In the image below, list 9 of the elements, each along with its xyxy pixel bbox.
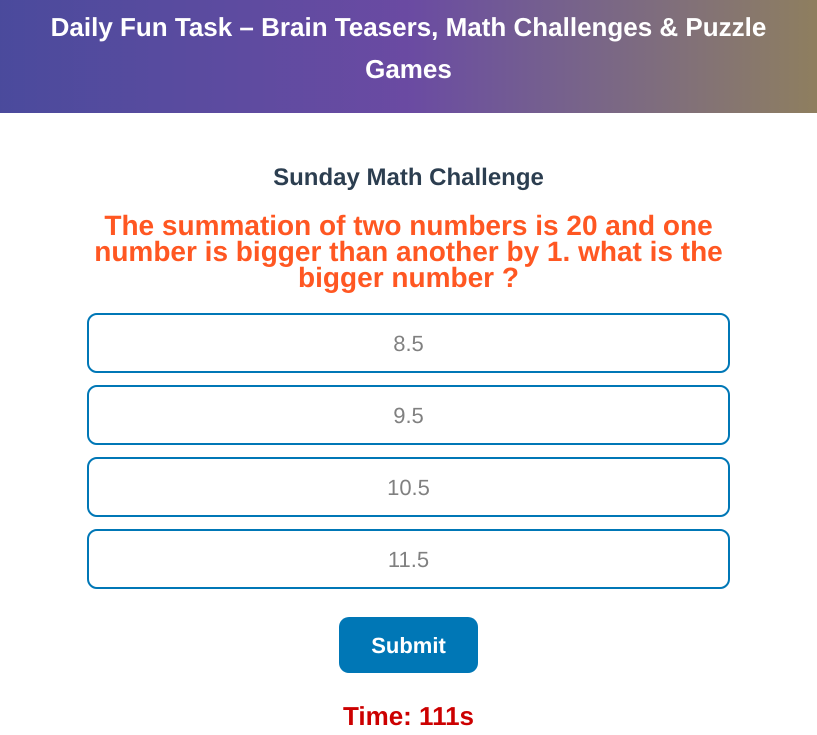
answer-option[interactable]: 11.5 [87, 529, 730, 589]
answer-option[interactable]: 10.5 [87, 457, 730, 517]
quiz-title: Sunday Math Challenge [273, 163, 544, 193]
page-title: Daily Fun Task – Brain Teasers, Math Challenges & Puzzle Games [50, 11, 768, 86]
timer-text: Time: 111s [342, 700, 474, 732]
question-text: The summation of two numbers is 20 and one number is bigger than another by 1. what is the bigger number ? [93, 213, 724, 291]
answer-option[interactable]: 9.5 [87, 385, 730, 445]
answer-option[interactable]: 8.5 [87, 313, 730, 373]
submit-button[interactable]: Submit [339, 617, 478, 673]
